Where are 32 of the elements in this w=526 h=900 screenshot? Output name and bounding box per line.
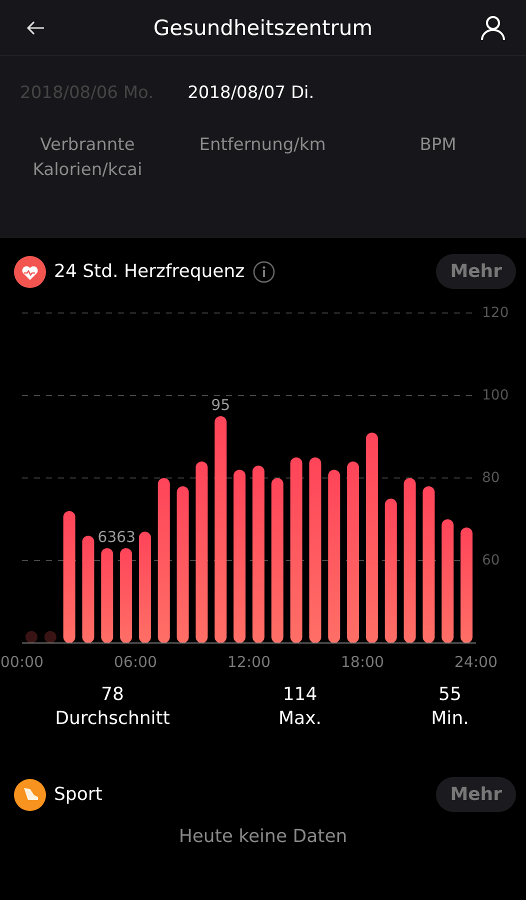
stat-value: 78 (101, 683, 124, 707)
value-label: 95 (211, 396, 230, 414)
x-tick-label: 24:00 (454, 653, 498, 671)
stat-value: 55 (438, 683, 462, 707)
x-tick-label: 00:00 (0, 653, 44, 671)
metric-label: Entfernung/km (198, 134, 327, 157)
person-icon[interactable] (480, 14, 506, 40)
metric-label: BPM (418, 134, 458, 157)
stat-label: Max. (278, 707, 322, 731)
empty-message: Heute keine Daten (178, 826, 348, 847)
y-tick-label: 120 (482, 304, 509, 321)
no-data-markers (25, 631, 56, 643)
value-label: 63 (98, 528, 117, 546)
y-tick-label: 80 (482, 470, 500, 486)
window-title: Gesundheitszentrum (152, 16, 374, 40)
date-tab[interactable]: 2018/08/07 Di. (188, 83, 314, 103)
y-tick-label: 60 (482, 552, 500, 568)
metric-label: Verbrannte Kalorien/kcai (32, 134, 144, 182)
stat-value: 114 (282, 683, 318, 707)
card-title: 24 Std. Herzfrequenz (54, 261, 245, 282)
stat-label: Min. (431, 707, 469, 731)
x-tick-label: 18:00 (340, 653, 384, 671)
stat-label: Durchschnitt (55, 707, 170, 731)
info-icon[interactable] (252, 260, 275, 282)
back-icon[interactable] (26, 20, 46, 36)
x-tick-label: 06:00 (114, 653, 158, 671)
more-button[interactable]: Mehr (436, 777, 516, 812)
y-tick-label: 100 (482, 387, 509, 404)
value-label: 63 (116, 528, 136, 546)
more-button[interactable]: Mehr (436, 254, 516, 289)
card-title: Sport (54, 784, 102, 805)
x-tick-label: 12:00 (227, 653, 271, 671)
